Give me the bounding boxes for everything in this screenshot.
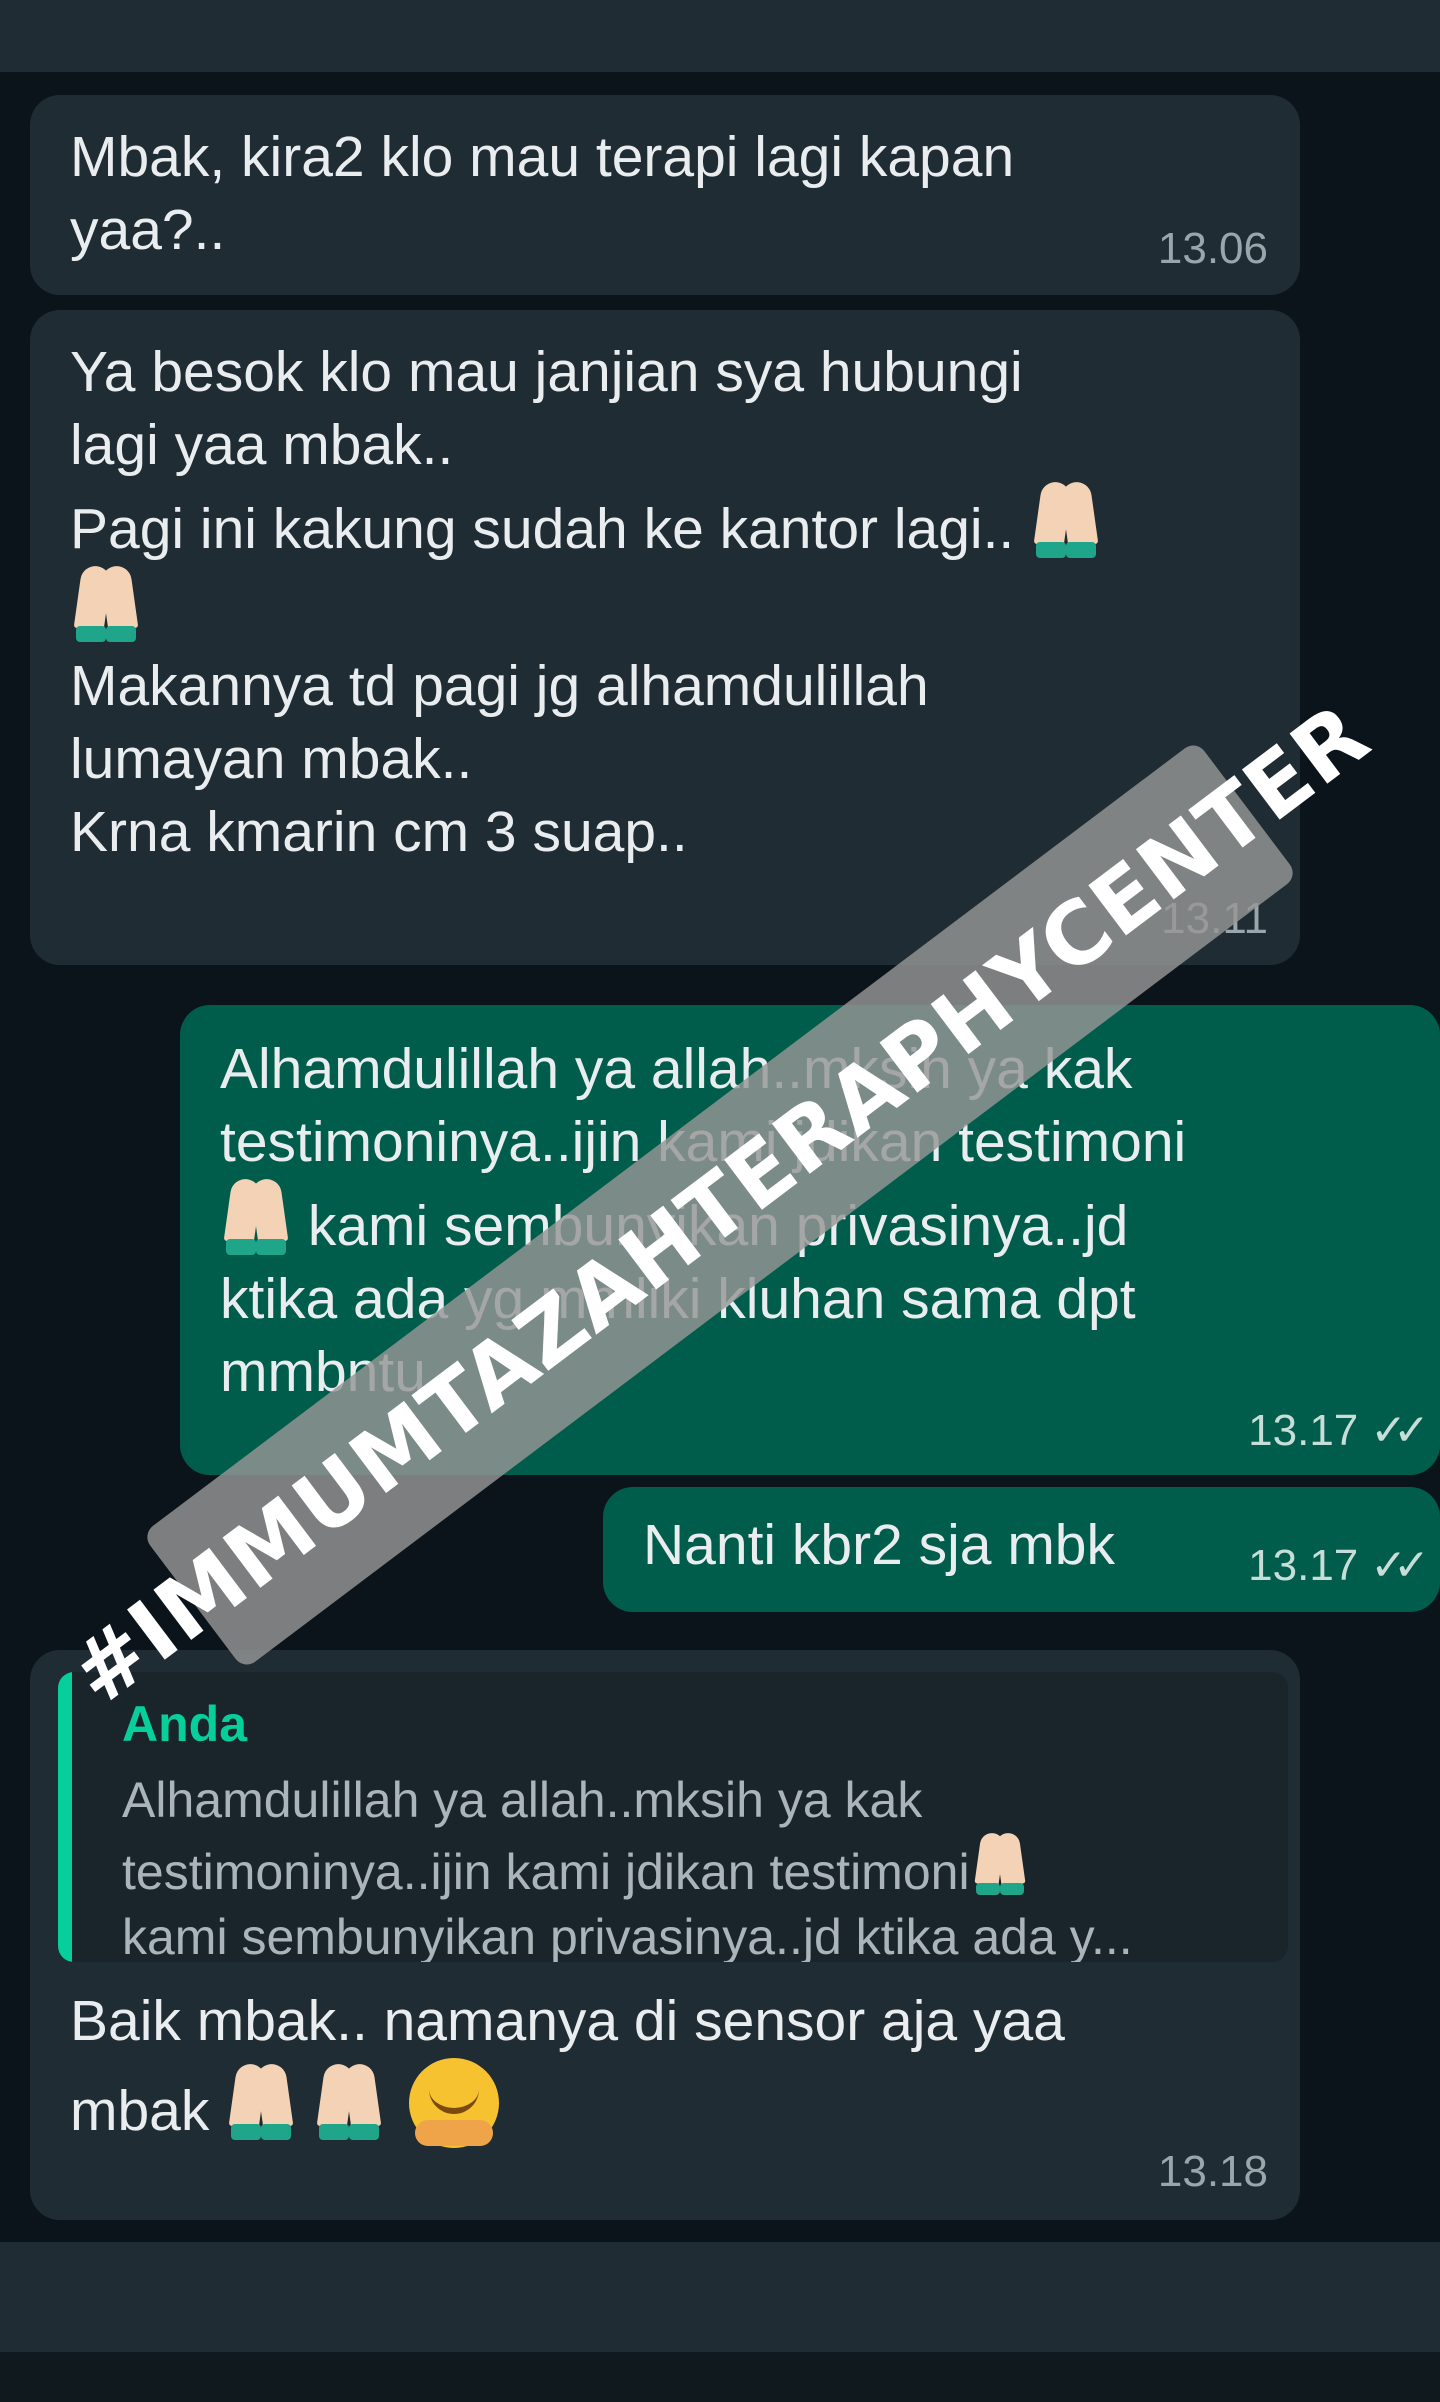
message-text: Mbak, kira2 klo mau terapi lagi kapan (70, 125, 1015, 189)
folded-hands-emoji-icon (1033, 480, 1099, 558)
message-time: 13.17 (1248, 1405, 1359, 1455)
reply-text-line: Alhamdulillah ya allah..mksih ya kak (122, 1772, 923, 1828)
reply-accent-bar (58, 1672, 72, 1962)
folded-hands-emoji-icon (316, 2062, 382, 2140)
message-text-with-emoji: mbak (70, 2057, 1065, 2148)
reply-quote[interactable]: Anda Alhamdulillah ya allah..mksih ya ka… (58, 1672, 1288, 1962)
message-body: Baik mbak.. namanya di sensor aja yaa mb… (70, 1985, 1065, 2148)
message-text: Makannya td pagi jg alhamdulillah (70, 653, 929, 718)
message-time: 13.17 (1248, 1540, 1359, 1590)
message-bubble-incoming-reply[interactable]: Anda Alhamdulillah ya allah..mksih ya ka… (30, 1650, 1300, 2220)
folded-hands-emoji-icon (73, 564, 139, 642)
folded-hands-emoji-icon (223, 1177, 289, 1255)
smiling-face-with-open-hands-icon (408, 2057, 499, 2148)
message-text: ktika ada yg mmliki kluhan sama dpt (220, 1263, 1400, 1336)
double-check-icon: ✓✓ (1370, 1540, 1430, 1590)
message-text: mbak (70, 2078, 210, 2143)
message-text: Baik mbak.. namanya di sensor aja yaa (70, 1989, 1065, 2053)
message-time: 13.06 (1157, 223, 1268, 273)
chat-header-remnant (0, 0, 1440, 72)
folded-hands-emoji-icon (974, 1831, 1026, 1895)
message-bubble-outgoing[interactable]: Nanti kbr2 sja mbk 13.17 ✓✓ (603, 1487, 1440, 1612)
folded-hands-emoji-icon (228, 2062, 294, 2140)
message-bubble-incoming[interactable]: Mbak, kira2 klo mau terapi lagi kapan ya… (30, 95, 1300, 295)
message-text: yaa?.. (70, 197, 226, 262)
message-text: Ya besok klo mau janjian sya hubungi (70, 340, 1023, 404)
reply-text-line: kami sembunyikan privasinya..jd ktika ad… (122, 1909, 1133, 1962)
bottom-shade (0, 2352, 1440, 2402)
emoji-line (70, 564, 1260, 650)
double-check-icon: ✓✓ (1370, 1405, 1430, 1455)
message-text: lagi yaa mbak.. (70, 412, 454, 477)
message-time-status: 13.17 ✓✓ (1248, 1403, 1430, 1459)
reply-text: Alhamdulillah ya allah..mksih ya kak tes… (122, 1768, 1133, 1962)
bottom-bar (0, 2242, 1440, 2402)
message-text: Pagi ini kakung sudah ke kantor lagi.. (70, 496, 1015, 561)
reply-text-line-content: testimoninya..ijin kami jdikan testimoni (122, 1844, 970, 1900)
reply-text-line: testimoninya..ijin kami jdikan testimoni (122, 1831, 1133, 1905)
previous-message-bubble (40, 0, 1020, 62)
message-time-status: 13.17 ✓✓ (1248, 1538, 1430, 1594)
message-text: lumayan mbak.. (70, 726, 473, 791)
message-time: 13.18 (1157, 2146, 1268, 2196)
message-text-with-emoji: Pagi ini kakung sudah ke kantor lagi.. (70, 480, 1260, 566)
